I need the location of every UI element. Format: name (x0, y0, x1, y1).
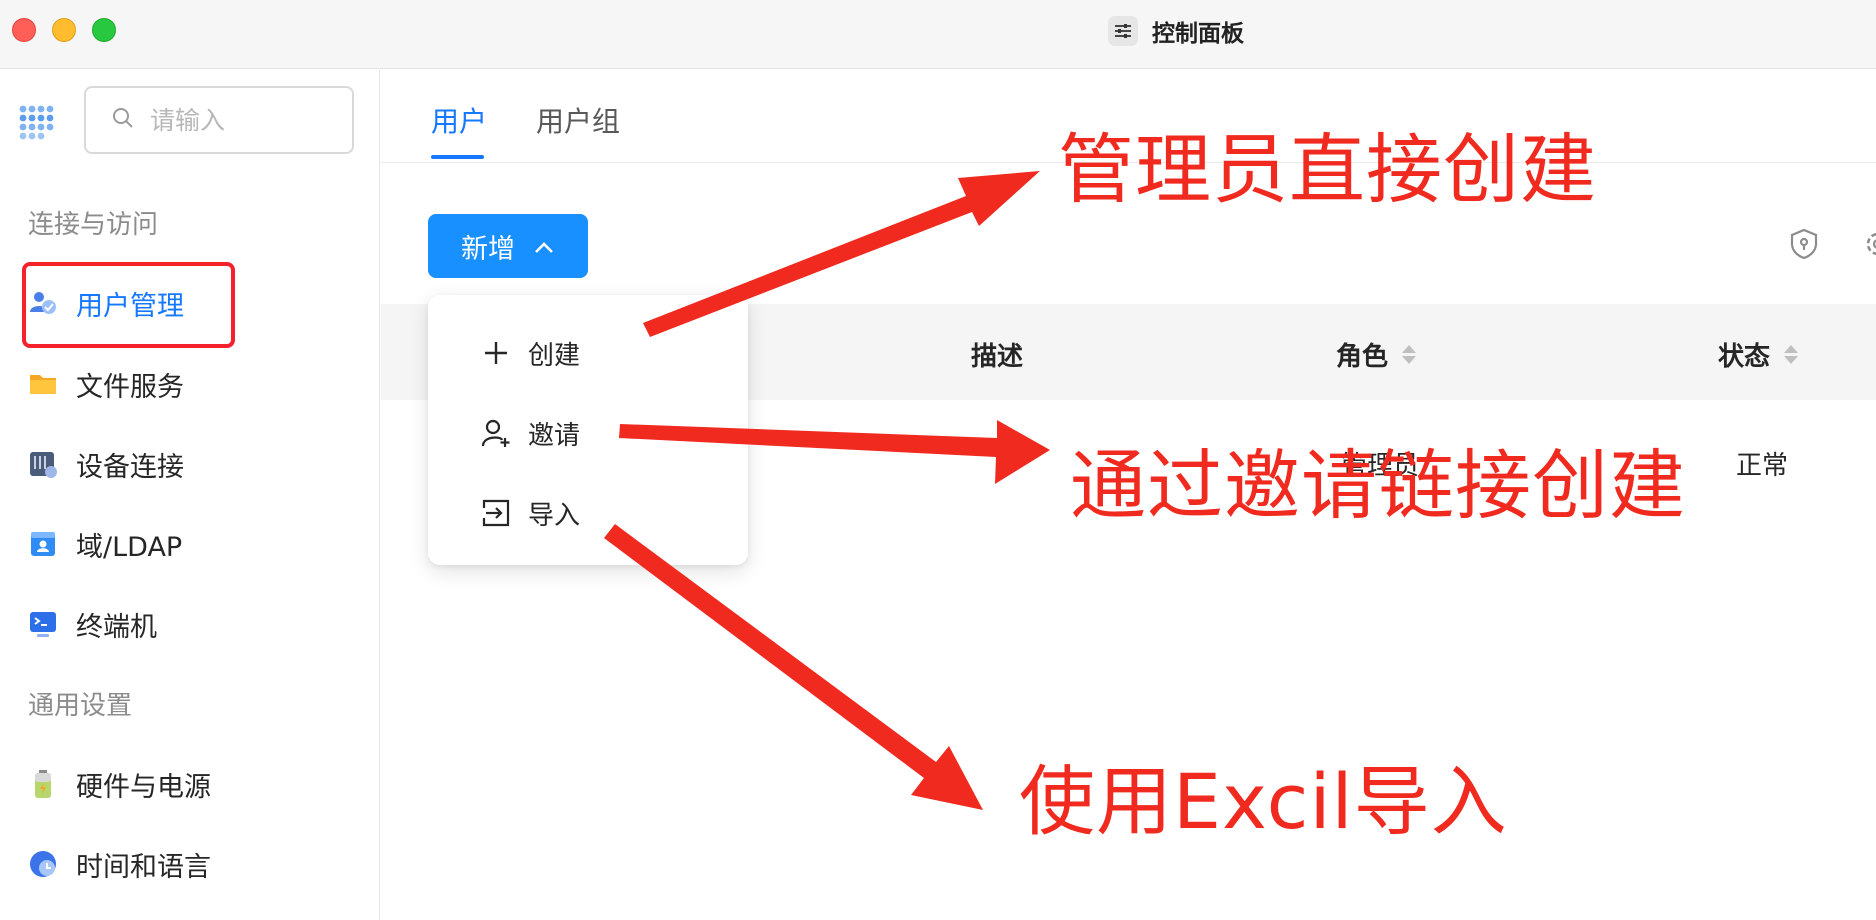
clock-icon (28, 849, 58, 879)
maximize-window-button[interactable] (92, 18, 116, 42)
annotation-admin-create: 管理员直接创建 (1058, 125, 1597, 214)
directory-icon (28, 529, 58, 559)
sidebar-item-label: 硬件与电源 (76, 771, 211, 803)
sidebar-item-device-connection[interactable]: 设备连接 (28, 439, 184, 489)
column-header-role[interactable]: 角色 (1336, 336, 1417, 373)
menu-item-label: 邀请 (528, 420, 581, 451)
add-button-label: 新增 (461, 233, 515, 265)
sort-icon[interactable] (1784, 345, 1799, 364)
add-user-icon (480, 417, 512, 449)
annotation-invite-link-create: 通过邀请链接创建 (1070, 441, 1686, 530)
sidebar-item-label: 终端机 (76, 611, 157, 643)
column-header-label: 描述 (971, 342, 1024, 372)
device-icon (28, 449, 58, 479)
shield-icon[interactable] (1787, 227, 1821, 265)
title-bar: 控制面板 (0, 0, 1876, 69)
sidebar-item-domain-ldap[interactable]: 域/LDAP (28, 519, 182, 569)
sidebar-item-label: 域/LDAP (76, 531, 183, 563)
window-title: 控制面板 (1108, 14, 1244, 48)
app-grid-icon[interactable] (18, 104, 54, 140)
sidebar-item-time-language[interactable]: 时间和语言 (28, 839, 211, 889)
sidebar-item-terminal[interactable]: 终端机 (28, 599, 157, 649)
folder-icon (28, 369, 58, 399)
users-icon (28, 288, 58, 318)
column-header-status[interactable]: 状态 (1718, 336, 1799, 373)
terminal-icon (28, 609, 58, 639)
chevron-up-icon (533, 231, 555, 262)
sidebar-item-label: 用户管理 (76, 290, 184, 322)
menu-item-label: 创建 (528, 340, 581, 371)
plus-icon (480, 337, 512, 369)
search-input[interactable] (150, 105, 330, 135)
sidebar-item-user-management[interactable]: 用户管理 (28, 278, 184, 328)
section-label-general-settings: 通用设置 (28, 691, 133, 721)
add-dropdown-menu: 创建 邀请 导入 (428, 295, 748, 565)
column-header-label: 角色 (1336, 342, 1389, 372)
import-icon (480, 497, 512, 529)
section-label-connection: 连接与访问 (28, 210, 159, 240)
sidebar-item-label: 文件服务 (76, 371, 184, 403)
sliders-icon (1108, 16, 1138, 46)
annotation-excel-import: 使用Excil导入 (1019, 757, 1508, 846)
menu-item-import[interactable]: 导入 (480, 491, 580, 535)
minimize-window-button[interactable] (52, 18, 76, 42)
toolbar-icons (1787, 227, 1876, 265)
sidebar-item-label: 时间和语言 (76, 851, 211, 883)
tab-users[interactable]: 用户 (431, 100, 487, 140)
window-title-text: 控制面板 (1152, 21, 1244, 47)
active-tab-indicator (431, 155, 484, 159)
sort-icon[interactable] (1402, 345, 1417, 364)
add-button[interactable]: 新增 (428, 214, 588, 278)
battery-icon (28, 769, 58, 799)
menu-item-create[interactable]: 创建 (480, 331, 580, 375)
sidebar-item-hardware-power[interactable]: 硬件与电源 (28, 759, 211, 809)
search-box[interactable] (84, 86, 354, 154)
table-cell-status: 正常 (1736, 451, 1789, 481)
column-header-description[interactable]: 描述 (971, 336, 1023, 373)
sidebar-item-file-service[interactable]: 文件服务 (28, 359, 184, 409)
menu-item-invite[interactable]: 邀请 (480, 411, 580, 455)
gear-icon[interactable] (1861, 227, 1876, 265)
sidebar: 连接与访问 用户管理 文件服务 (0, 70, 380, 920)
menu-item-label: 导入 (528, 500, 581, 531)
close-window-button[interactable] (12, 18, 36, 42)
column-header-label: 状态 (1718, 342, 1771, 372)
search-icon (112, 107, 134, 133)
sidebar-item-label: 设备连接 (76, 451, 184, 483)
tab-user-groups[interactable]: 用户组 (536, 100, 620, 140)
